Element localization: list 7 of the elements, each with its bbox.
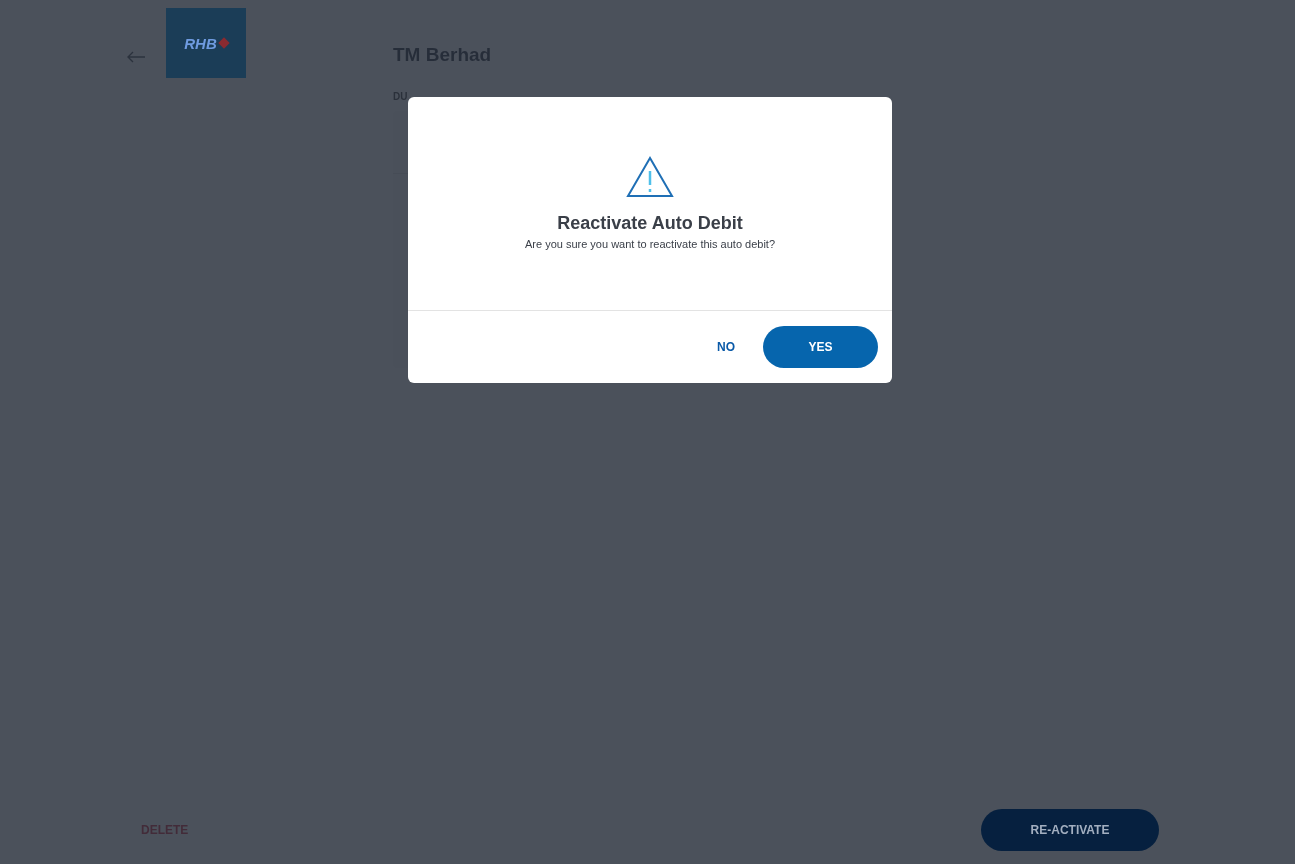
warning-icon	[626, 156, 674, 198]
dialog-message: Are you sure you want to reactivate this auto debit?	[524, 238, 776, 250]
no-button[interactable]: NO	[717, 340, 735, 354]
dialog-title: Reactivate Auto Debit	[557, 213, 743, 234]
reactivate-button[interactable]: RE-ACTIVATE	[981, 809, 1159, 851]
yes-button[interactable]: YES	[763, 326, 878, 368]
bank-logo: RHB	[166, 8, 246, 78]
